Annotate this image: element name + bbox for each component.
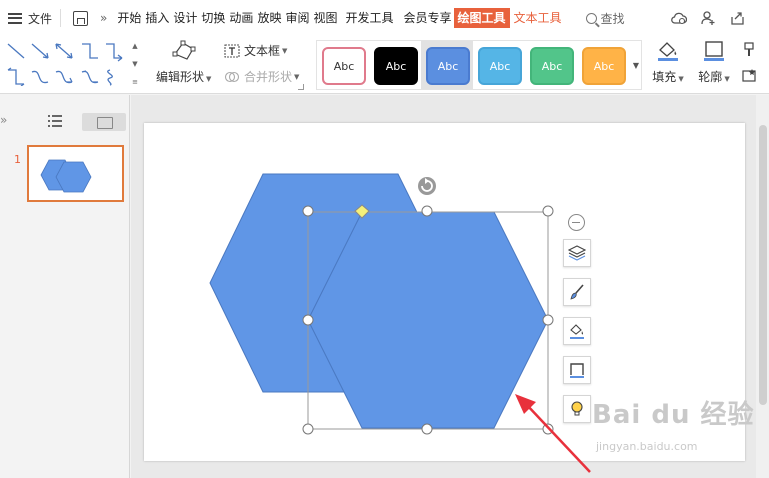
outline-view-icon[interactable] bbox=[48, 115, 62, 128]
tab-review[interactable]: 审阅 bbox=[283, 8, 311, 28]
divider bbox=[60, 9, 62, 27]
file-menu-label: 文件 bbox=[28, 11, 53, 26]
outline-label: 轮廓 bbox=[698, 70, 723, 84]
brush-icon bbox=[570, 284, 584, 300]
style-swatch-1[interactable]: Abc bbox=[322, 47, 366, 85]
pane-header: » bbox=[0, 105, 130, 131]
tab-text-tools[interactable]: 文本工具 bbox=[512, 8, 564, 28]
outline-frame-icon bbox=[570, 363, 584, 378]
tab-member[interactable]: 会员专享 bbox=[402, 8, 454, 28]
chevron-down-icon: ▼ bbox=[206, 75, 212, 83]
textbox-icon bbox=[224, 43, 240, 58]
fill-button[interactable]: 填充 ▼ bbox=[648, 40, 688, 90]
lightbulb-icon bbox=[571, 401, 583, 416]
vertical-scrollbar[interactable] bbox=[756, 95, 769, 478]
chevron-down-icon: ▼ bbox=[282, 46, 288, 55]
tab-insert[interactable]: 插入 bbox=[143, 8, 171, 28]
collapse-toolbar-icon[interactable] bbox=[568, 214, 585, 231]
line-shape-gallery[interactable] bbox=[6, 42, 126, 87]
style-swatch-label: Abc bbox=[385, 59, 407, 73]
slide-thumbnail-pane: » 1 bbox=[0, 95, 130, 478]
fill-label: 填充 bbox=[652, 70, 677, 84]
share-icon[interactable] bbox=[730, 11, 745, 25]
tab-drawing-tools[interactable]: 绘图工具 bbox=[453, 8, 510, 28]
style-swatch-4[interactable]: Abc bbox=[478, 47, 522, 85]
tab-animations[interactable]: 动画 bbox=[227, 8, 255, 28]
chevron-down-icon: ▼ bbox=[294, 72, 300, 81]
fill-bucket-icon bbox=[570, 324, 584, 339]
baidu-watermark: Bai du 经验 jingyan.baidu.com bbox=[592, 394, 755, 453]
shape-style-gallery: Abc Abc Abc Abc Abc Abc bbox=[316, 40, 642, 90]
textbox-button[interactable]: 文本框 ▼ bbox=[224, 42, 287, 59]
edit-shape-label: 编辑形状 bbox=[156, 70, 205, 84]
format-painter-icon[interactable] bbox=[742, 42, 758, 58]
edit-shape-icon bbox=[172, 40, 196, 60]
expand-icon[interactable]: ≡ bbox=[132, 78, 138, 86]
hamburger-icon bbox=[8, 12, 22, 24]
style-swatch-label: Abc bbox=[333, 59, 355, 73]
style-swatch-label: Abc bbox=[489, 59, 511, 73]
style-gallery-more-icon[interactable]: ▼ bbox=[630, 40, 642, 90]
merge-shapes-button[interactable]: 合并形状 ▼ bbox=[224, 68, 299, 85]
tab-transitions[interactable]: 切换 bbox=[199, 8, 227, 28]
tab-design[interactable]: 设计 bbox=[171, 8, 199, 28]
textbox-label: 文本框 bbox=[244, 44, 281, 58]
style-swatch-label: Abc bbox=[437, 59, 459, 73]
tab-slideshow[interactable]: 放映 bbox=[255, 8, 283, 28]
style-swatch-label: Abc bbox=[541, 59, 563, 73]
slide-thumbnail[interactable] bbox=[27, 145, 124, 202]
style-swatch-3[interactable]: Abc bbox=[426, 47, 470, 85]
search-label: 查找 bbox=[600, 11, 625, 26]
shape-effects-icon[interactable] bbox=[742, 68, 758, 84]
more-chevron-icon[interactable]: » bbox=[100, 11, 107, 25]
search-icon bbox=[585, 12, 597, 24]
style-swatch-5[interactable]: Abc bbox=[530, 47, 574, 85]
gallery-scroll[interactable]: ▲ ▼ ≡ bbox=[130, 42, 140, 86]
merge-shapes-icon bbox=[224, 71, 240, 82]
merge-shapes-label: 合并形状 bbox=[244, 70, 293, 84]
edit-shape-button[interactable]: 编辑形状 ▼ bbox=[156, 40, 211, 85]
collapse-pane-icon[interactable]: » bbox=[0, 113, 7, 127]
watermark-url: jingyan.baidu.com bbox=[596, 440, 698, 453]
tab-home[interactable]: 开始 bbox=[115, 8, 143, 28]
ribbon-toolbar: ▲ ▼ ≡ 编辑形状 ▼ 文本框 ▼ 合并形状 ▼ Abc Abc Abc Ab… bbox=[0, 36, 769, 94]
slide-view-icon[interactable] bbox=[82, 113, 126, 131]
top-right-icons bbox=[671, 11, 745, 25]
style-swatch-6[interactable]: Abc bbox=[582, 47, 626, 85]
menu-bar: 文件 » 开始 插入 设计 切换 动画 放映 审阅 视图 开发工具 会员专享 绘… bbox=[0, 0, 769, 36]
dialog-launcher-icon[interactable] bbox=[298, 84, 304, 90]
scrollbar-thumb[interactable] bbox=[759, 125, 767, 405]
outline-button-floating[interactable] bbox=[563, 356, 591, 384]
fill-button-floating[interactable] bbox=[563, 317, 591, 345]
file-menu[interactable]: 文件 bbox=[8, 10, 52, 27]
outline-button[interactable]: 轮廓 ▼ bbox=[694, 40, 734, 90]
outline-frame-icon bbox=[704, 41, 724, 61]
slide-number: 1 bbox=[14, 153, 21, 166]
add-user-icon[interactable] bbox=[701, 11, 716, 25]
save-icon[interactable] bbox=[73, 10, 89, 26]
style-brush-button[interactable] bbox=[563, 278, 591, 306]
fill-bucket-icon bbox=[658, 42, 678, 61]
chevron-down-icon: ▼ bbox=[678, 75, 684, 83]
layers-icon bbox=[568, 245, 586, 261]
scroll-up-icon[interactable]: ▲ bbox=[132, 42, 137, 50]
watermark-logo: Bai du 经验 bbox=[592, 400, 755, 430]
rotate-handle[interactable] bbox=[418, 177, 436, 195]
thumbnail-preview bbox=[40, 159, 92, 193]
chevron-down-icon: ▼ bbox=[724, 75, 730, 83]
tab-view[interactable]: 视图 bbox=[311, 8, 339, 28]
tab-developer[interactable]: 开发工具 bbox=[343, 8, 395, 28]
connector-shapes-icon[interactable] bbox=[6, 42, 126, 87]
style-swatch-2[interactable]: Abc bbox=[374, 47, 418, 85]
layers-button[interactable] bbox=[563, 239, 591, 267]
smart-ideas-button[interactable] bbox=[563, 395, 591, 423]
style-swatch-label: Abc bbox=[593, 59, 615, 73]
scroll-down-icon[interactable]: ▼ bbox=[132, 60, 137, 68]
cloud-icon[interactable] bbox=[671, 11, 687, 25]
search-button[interactable]: 查找 bbox=[585, 10, 625, 27]
